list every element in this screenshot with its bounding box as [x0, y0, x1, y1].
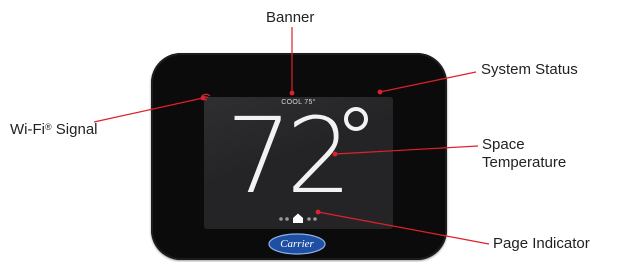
callout-page-indicator: Page Indicator: [493, 235, 590, 252]
page-indicator-leader: [317, 211, 490, 245]
system-status-leader-dot: [377, 89, 383, 95]
wifi-leader-dot: [200, 95, 206, 101]
callout-space-temperature-line1: Space: [482, 136, 525, 153]
callout-wifi-prefix: Wi-Fi: [10, 121, 45, 138]
page-indicator-leader-dot: [315, 209, 321, 215]
callout-banner: Banner: [266, 9, 315, 26]
space-temperature-leader-dot: [332, 151, 338, 157]
registered-mark: ®: [44, 122, 52, 132]
callout-system-status: System Status: [481, 61, 578, 78]
callout-wifi-suffix: Signal: [51, 121, 98, 138]
callout-wifi-signal: Wi-Fi® Signal: [10, 118, 98, 139]
wifi-leader: [93, 97, 204, 123]
space-temperature-leader: [334, 145, 479, 155]
thermostat-diagram: COOL 75° 72 Carrier Banner System Status…: [0, 0, 629, 262]
system-status-leader: [379, 71, 477, 93]
banner-leader-dot: [289, 90, 295, 96]
callout-space-temperature-line2: Temperature: [482, 154, 567, 171]
